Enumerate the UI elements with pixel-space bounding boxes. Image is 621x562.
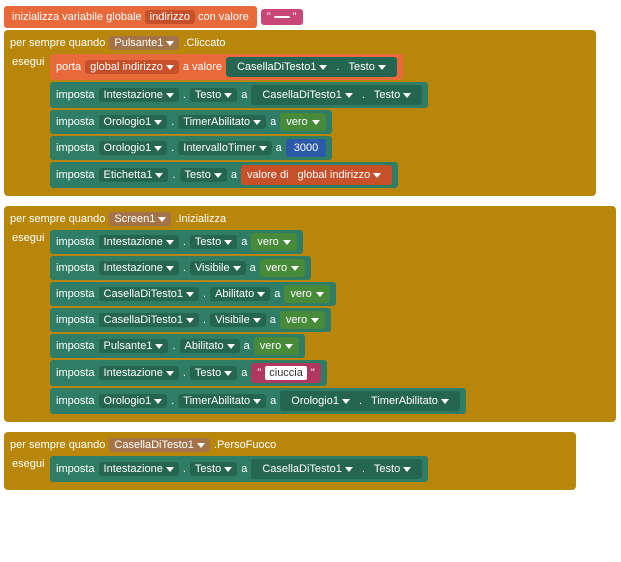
event-block-pulsante-cliccato[interactable]: per sempre quando Pulsante1 .Cliccato es… — [4, 30, 596, 196]
var-dropdown[interactable]: global indirizzo — [85, 60, 179, 74]
var-name-dropdown[interactable]: indirizzo — [145, 10, 195, 24]
event-label: .Cliccato — [183, 37, 225, 49]
setprop-row[interactable]: impostaIntestazione.Testoa"ciuccia" — [50, 360, 327, 386]
setprop-row[interactable]: impostaCasellaDiTesto1.Visibileavero — [50, 308, 331, 332]
setprop-row[interactable]: impostaCasellaDiTesto1.Abilitatoavero — [50, 282, 336, 306]
event-label: .Inizializza — [175, 213, 226, 225]
text-block[interactable]: "ciuccia" — [251, 363, 320, 383]
setprop-row[interactable]: impostaIntestazione.Visibileavero — [50, 256, 311, 280]
setprop-row[interactable]: imposta Intestazione . Testo a CasellaDi… — [50, 456, 428, 482]
text-input[interactable] — [274, 16, 290, 18]
bool-block[interactable]: vero — [280, 113, 325, 131]
setprop-row[interactable]: impostaIntestazione.Testoavero — [50, 230, 303, 254]
getter-block[interactable]: Orologio1.TimerAbilitato — [280, 391, 460, 411]
event-block-casella-persofuoco[interactable]: per sempre quando CasellaDiTesto1 .Perso… — [4, 432, 576, 490]
component-dropdown[interactable]: Screen1 — [109, 212, 171, 226]
number-block[interactable]: 3000 — [286, 139, 326, 157]
when-label: per sempre quando — [10, 213, 105, 225]
component-dropdown[interactable]: CasellaDiTesto1 — [109, 438, 209, 452]
set-variable-row[interactable]: porta global indirizzo a valore CasellaD… — [50, 54, 403, 80]
when-label: per sempre quando — [10, 37, 105, 49]
getter-block[interactable]: CasellaDiTesto1 . Testo — [226, 57, 397, 77]
getter-block[interactable]: CasellaDiTesto1 . Testo — [251, 85, 422, 105]
event-label: .PersoFuoco — [214, 439, 276, 451]
when-label: per sempre quando — [10, 439, 105, 451]
bool-block[interactable]: vero — [284, 285, 329, 303]
do-label: esegui — [12, 458, 44, 470]
event-block-screen-inizializza[interactable]: per sempre quando Screen1 .Inizializza e… — [4, 206, 616, 422]
setprop-row[interactable]: imposta Orologio1 . TimerAbilitato a ver… — [50, 110, 332, 134]
con-label: con valore — [198, 11, 249, 23]
component-dropdown[interactable]: Pulsante1 — [109, 36, 179, 50]
text-value-block[interactable]: " " — [261, 9, 303, 25]
do-label: esegui — [12, 56, 44, 68]
setprop-row[interactable]: impostaOrologio1.TimerAbilitatoaOrologio… — [50, 388, 466, 414]
getter-block[interactable]: CasellaDiTesto1 . Testo — [251, 459, 422, 479]
setprop-row[interactable]: imposta Etichetta1 . Testo a valore di g… — [50, 162, 398, 188]
init-label: inizializza variabile globale — [12, 11, 142, 23]
bool-block[interactable]: vero — [280, 311, 325, 329]
setprop-row[interactable]: imposta Orologio1 . IntervalloTimer a 30… — [50, 136, 332, 160]
setprop-row[interactable]: imposta Intestazione . Testo a CasellaDi… — [50, 82, 428, 108]
init-variable-block[interactable]: inizializza variabile globale indirizzo … — [4, 4, 303, 30]
bool-block[interactable]: vero — [254, 337, 299, 355]
do-label: esegui — [12, 232, 44, 244]
bool-block[interactable]: vero — [251, 233, 296, 251]
get-variable-block[interactable]: valore di global indirizzo — [241, 165, 392, 185]
bool-block[interactable]: vero — [260, 259, 305, 277]
setprop-row[interactable]: impostaPulsante1.Abilitatoavero — [50, 334, 305, 358]
chevron-down-icon — [166, 41, 174, 46]
